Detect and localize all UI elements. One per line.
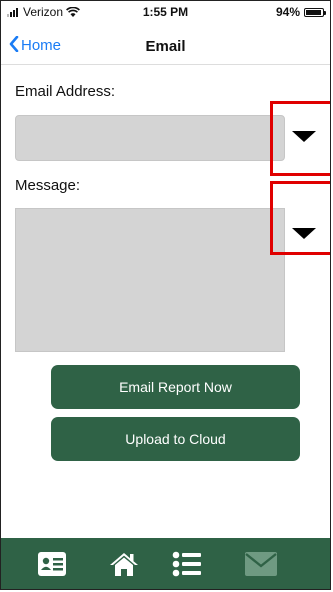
mail-icon	[245, 551, 277, 576]
email-address-field[interactable]	[15, 115, 285, 161]
message-label: Message:	[15, 177, 81, 194]
page-title: Email	[145, 38, 186, 55]
list-icon	[172, 551, 201, 576]
battery-icon	[304, 7, 326, 17]
navigation-bar: Home Email	[1, 25, 330, 65]
tab-contacts[interactable]	[22, 538, 82, 589]
contact-card-icon	[38, 551, 66, 576]
tab-list[interactable]	[157, 538, 217, 589]
message-dropdown-arrow-icon[interactable]	[292, 228, 316, 239]
status-bar: Verizon 1:55 PM 94%	[1, 1, 330, 23]
upload-to-cloud-button[interactable]: Upload to Cloud	[51, 417, 300, 461]
app-frame: Verizon 1:55 PM 94% Home Email Email Add…	[0, 0, 331, 590]
tab-mail[interactable]	[231, 538, 291, 589]
email-dropdown-arrow-icon[interactable]	[292, 131, 316, 142]
battery-percent: 94%	[275, 5, 300, 19]
tab-bar	[1, 538, 330, 589]
tab-home[interactable]	[94, 538, 154, 589]
email-address-label: Email Address:	[15, 83, 116, 100]
message-field[interactable]	[15, 208, 285, 352]
message-dropdown-highlight	[270, 181, 330, 255]
home-icon	[110, 552, 138, 576]
email-report-button[interactable]: Email Report Now	[51, 365, 300, 409]
